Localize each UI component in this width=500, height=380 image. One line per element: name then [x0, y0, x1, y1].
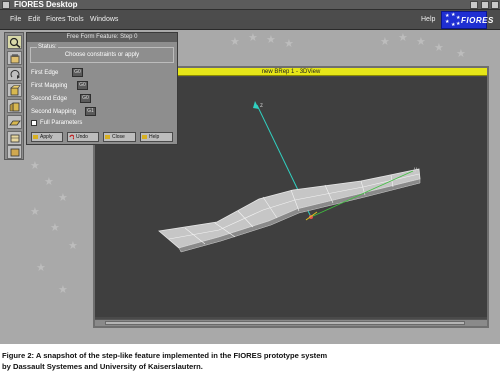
desktop-star-decoration: ★ — [36, 261, 46, 274]
first-edge-selector[interactable]: G0 — [72, 68, 83, 77]
second-mapping-row: Second Mapping G1 — [31, 107, 171, 117]
window-title: FIORES Desktop — [14, 0, 78, 9]
menu-edit[interactable]: Edit — [28, 10, 40, 30]
desktop-star-decoration: ★ — [380, 35, 390, 48]
first-edge-row: First Edge G0 — [31, 68, 171, 78]
wireframe-button[interactable] — [7, 131, 22, 145]
fiores-desktop-screen: FIORES Desktop File Edit Fiores Tools Wi… — [0, 0, 500, 344]
horizontal-scrollbar[interactable] — [95, 319, 487, 326]
pan-tool-button[interactable] — [7, 51, 22, 65]
menu-bar: File Edit Fiores Tools Windows Help — [0, 10, 500, 30]
close-label: Close — [112, 134, 125, 140]
desktop-star-decoration: ★ — [30, 159, 40, 172]
logo-text: FIORES — [461, 16, 494, 25]
menu-windows[interactable]: Windows — [90, 10, 118, 30]
caption-line-2: by Dassault Systemes and University of K… — [2, 362, 203, 371]
desktop-star-decoration: ★ — [398, 31, 408, 44]
undo-label: Undo — [76, 134, 88, 140]
desktop-star-decoration: ★ — [248, 31, 258, 44]
scrollbar-thumb[interactable] — [105, 321, 465, 325]
apply-button[interactable]: Apply — [31, 132, 63, 142]
figure-caption: Figure 2: A snapshot of the step-like fe… — [2, 350, 498, 372]
hand-icon — [10, 54, 20, 64]
help-button[interactable]: Help — [140, 132, 173, 142]
desktop-star-decoration: ★ — [68, 239, 78, 252]
menu-file[interactable]: File — [10, 10, 21, 30]
dialog-title-bar[interactable]: Free Form Feature: Step 0 — [27, 33, 177, 42]
y-axis-label: y — [414, 167, 417, 173]
menu-help[interactable]: Help — [421, 10, 435, 30]
menu-fiores-tools[interactable]: Fiores Tools — [46, 10, 84, 30]
first-edge-label: First Edge — [31, 70, 59, 76]
desktop-star-decoration: ★ — [416, 35, 426, 48]
help-label: Help — [149, 134, 160, 140]
status-message: Choose constraints or apply — [64, 52, 140, 58]
view-side-button[interactable] — [7, 99, 22, 113]
z-axis-arrow — [253, 101, 259, 109]
shading-button[interactable] — [7, 145, 22, 159]
close-button[interactable]: Close — [103, 132, 136, 142]
first-mapping-selector[interactable]: G0 — [77, 81, 88, 90]
status-label: Status: — [37, 43, 58, 51]
second-edge-label: Second Edge — [31, 96, 68, 102]
surface-icon — [9, 120, 21, 126]
desktop-star-decoration: ★ — [230, 35, 240, 48]
second-edge-selector[interactable]: G0 — [80, 94, 91, 103]
window-menu-button[interactable] — [2, 1, 10, 9]
status-group: Status: Choose constraints or apply — [30, 43, 174, 63]
first-mapping-row: First Mapping G0 — [31, 81, 171, 91]
fiores-logo: ★ ★ ★ ★ ★ ★ FIORES — [441, 11, 493, 29]
rotate-tool-button[interactable] — [7, 67, 22, 81]
help-icon — [142, 135, 147, 139]
step-surface — [158, 168, 421, 249]
desktop-star-decoration: ★ — [434, 41, 444, 54]
undo-icon — [69, 134, 74, 140]
free-form-feature-dialog: Free Form Feature: Step 0 Status: Choose… — [26, 32, 178, 145]
window-title-bar: FIORES Desktop — [0, 0, 500, 10]
view-front-button[interactable] — [7, 83, 22, 97]
desktop-star-decoration: ★ — [44, 175, 54, 188]
desktop-star-decoration: ★ — [456, 47, 466, 60]
dialog-title: Free Form Feature: Step 0 — [66, 34, 138, 40]
view-top-button[interactable] — [7, 115, 22, 129]
desktop-star-decoration: ★ — [266, 33, 276, 46]
caption-line-1: Figure 2: A snapshot of the step-like fe… — [2, 351, 328, 360]
maximize-button[interactable] — [481, 1, 489, 9]
first-mapping-label: First Mapping — [31, 83, 68, 89]
wireframe-icon — [10, 134, 20, 143]
apply-icon — [33, 135, 38, 139]
cube-side-icon — [9, 102, 20, 112]
apply-label: Apply — [40, 134, 53, 140]
close-window-button[interactable] — [491, 1, 499, 9]
desktop-star-decoration: ★ — [58, 283, 68, 296]
close-icon — [105, 135, 110, 139]
shading-icon — [10, 148, 20, 157]
second-mapping-label: Second Mapping — [31, 109, 77, 115]
cube-icon — [10, 85, 21, 96]
rotate-icon — [10, 69, 20, 79]
second-edge-row: Second Edge G0 — [31, 94, 171, 104]
zoom-tool-button[interactable] — [7, 35, 22, 49]
desktop-star-decoration: ★ — [58, 191, 68, 204]
magnifier-icon — [9, 37, 21, 48]
desktop-star-decoration: ★ — [284, 37, 294, 50]
second-mapping-selector[interactable]: G1 — [85, 107, 96, 116]
desktop-star-decoration: ★ — [50, 221, 60, 234]
undo-button[interactable]: Undo — [67, 132, 99, 142]
desktop-star-decoration: ★ — [30, 205, 40, 218]
minimize-button[interactable] — [470, 1, 478, 9]
tool-palette — [4, 32, 24, 160]
full-parameters-checkbox[interactable] — [31, 120, 37, 126]
full-parameters-label: Full Parameters — [40, 120, 83, 126]
z-axis-label: z — [260, 103, 263, 109]
